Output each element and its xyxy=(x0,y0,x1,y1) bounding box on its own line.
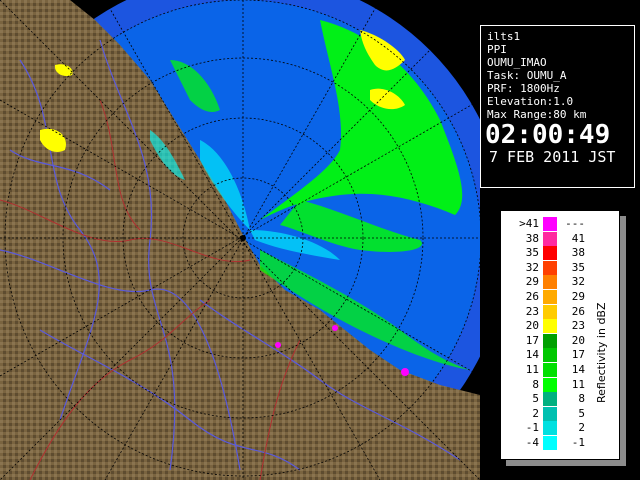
legend-low-label: -4 xyxy=(525,436,539,449)
legend-swatch xyxy=(543,436,557,450)
legend-high-label: 2 xyxy=(578,421,585,435)
legend-high-label: 8 xyxy=(578,392,585,406)
legend-high-label: 35 xyxy=(571,260,585,274)
legend-swatch xyxy=(543,392,557,407)
legend-low-label: 35 xyxy=(525,246,539,260)
legend-low-label: >41 xyxy=(519,217,539,230)
legend-swatch xyxy=(543,348,557,363)
legend-high-label: 5 xyxy=(578,406,585,420)
legend-swatch xyxy=(543,363,557,377)
radar-id: ilts1 xyxy=(487,30,521,43)
legend-low-label: 11 xyxy=(525,363,539,376)
legend-swatch xyxy=(543,290,557,304)
legend-high-label: 29 xyxy=(571,290,585,303)
legend-low-label: 32 xyxy=(525,260,539,274)
legend-low-label: 23 xyxy=(525,304,539,318)
scan-mode: PPI xyxy=(487,43,507,56)
legend-swatch xyxy=(543,319,557,334)
site-name: OUMU_IMAO xyxy=(487,56,547,69)
legend-low-label: 20 xyxy=(525,319,539,333)
legend-low-label: 5 xyxy=(532,392,539,406)
legend-low-label: 17 xyxy=(525,333,539,347)
legend-swatch xyxy=(543,246,557,261)
legend-high-label: 17 xyxy=(571,348,585,362)
prf-value: PRF: 1800Hz xyxy=(487,82,560,95)
legend-low-label: 8 xyxy=(532,377,539,391)
legend-swatch xyxy=(543,406,557,421)
legend-high-label: 11 xyxy=(571,377,585,391)
legend-high-label: 32 xyxy=(571,275,585,289)
legend-high-label: -1 xyxy=(571,436,585,449)
legend-high-label: --- xyxy=(565,217,585,230)
legend-high-label: 20 xyxy=(571,333,585,347)
legend-high-label: 41 xyxy=(571,231,585,245)
legend-low-label: 38 xyxy=(525,231,539,245)
legend-low-label: -1 xyxy=(525,421,539,435)
legend-swatch xyxy=(543,421,557,436)
legend-low-label: 14 xyxy=(525,348,539,362)
legend-swatch xyxy=(543,304,557,319)
legend-swatch xyxy=(543,275,557,290)
legend-swatch xyxy=(543,333,557,348)
legend-swatch xyxy=(543,217,557,231)
legend-low-label: 2 xyxy=(532,406,539,420)
radar-info-panel: ilts1 PPI OUMU_IMAO Task: OUMU_A PRF: 18… xyxy=(480,25,635,188)
radar-site-marker xyxy=(240,235,246,241)
reflectivity-legend: >41 --- 38 41 35 38 32 35 29 32 26 29 23 26 20 23 17 20 14… xyxy=(500,210,620,460)
legend-high-label: 14 xyxy=(571,363,585,376)
elevation-value: Elevation:1.0 xyxy=(487,95,574,108)
legend-high-label: 23 xyxy=(571,319,585,333)
legend-swatch xyxy=(543,377,557,392)
legend-swatch xyxy=(543,231,557,246)
legend-high-label: 26 xyxy=(571,304,585,318)
scan-time: 02:00:49 xyxy=(485,120,611,150)
task-name: Task: OUMU_A xyxy=(487,69,567,82)
legend-low-label: 29 xyxy=(525,275,539,289)
legend-low-label: 26 xyxy=(525,290,539,303)
legend-high-label: 38 xyxy=(571,246,585,260)
legend-title: Reflectivity in dBZ xyxy=(595,302,608,403)
legend-swatch xyxy=(543,260,557,275)
radar-ppi-display[interactable] xyxy=(0,0,480,480)
scan-date: 7 FEB 2011 JST xyxy=(489,148,616,166)
